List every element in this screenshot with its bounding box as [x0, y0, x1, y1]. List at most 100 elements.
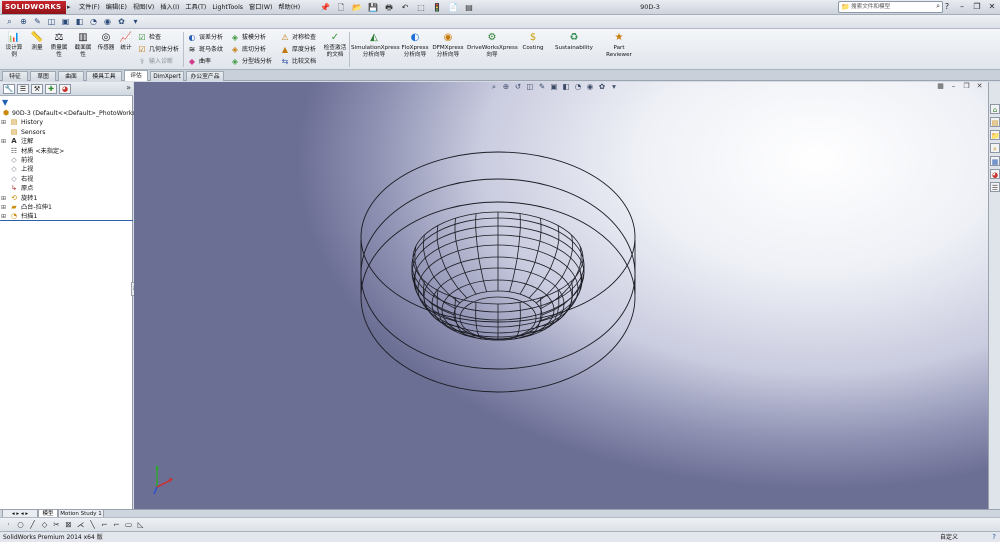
symmetry-check-button[interactable]: ⚠ 对称检查 [280, 32, 316, 43]
status-units[interactable]: 自定义 [940, 532, 958, 542]
hide-show-icon[interactable]: ◔ [88, 16, 99, 27]
circle-icon[interactable]: ○ [16, 520, 25, 530]
custom-properties-icon[interactable]: ☰ [990, 182, 1000, 192]
curvature-button[interactable]: ◆ 曲率 [187, 56, 211, 67]
select-icon[interactable]: ⬚ [414, 2, 428, 13]
menu-file[interactable]: 文件(F) [76, 0, 103, 15]
expand-icon[interactable]: ⊞ [1, 194, 6, 203]
tab-sketch[interactable]: 草图 [30, 71, 56, 81]
menu-tools[interactable]: 工具(T) [182, 0, 209, 15]
draft-analysis-button[interactable]: ◈ 拔模分析 [230, 32, 266, 43]
check-button[interactable]: ☑ 检查 [137, 32, 161, 43]
expand-icon[interactable]: ⊞ [1, 118, 6, 127]
offset-icon[interactable]: ⋌ [76, 520, 85, 530]
tree-item-top-plane[interactable]: ◇ 上视 [0, 165, 133, 174]
restore-icon[interactable]: ❐ [971, 1, 983, 12]
tab-mold-tools[interactable]: 模具工具 [86, 71, 122, 81]
driveworksxpress-button[interactable]: ⚙ DriveWorksXpress 向导 [467, 32, 518, 58]
menu-window[interactable]: 窗口(W) [246, 0, 275, 15]
line-icon[interactable]: ╱ [28, 520, 37, 530]
filter-icon[interactable]: ▼ [2, 98, 12, 107]
print-icon[interactable]: 🖶 [382, 2, 396, 13]
new-document-icon[interactable]: 🗋 [334, 2, 348, 13]
open-document-icon[interactable]: 📂 [350, 2, 364, 13]
dimxpertmanager-tab-icon[interactable]: ✚ [45, 84, 57, 94]
simulationxpress-button[interactable]: ◭ SimulationXpress 分析向导 [351, 32, 400, 58]
search-input[interactable]: 📁 搜索文件和模型 ⌕ [838, 1, 943, 13]
polygon-icon[interactable]: ◇ [40, 520, 49, 530]
section-properties-button[interactable]: ▥ 截面属性 [72, 32, 94, 58]
dfmxpress-button[interactable]: ◉ DFMXpress 分析向导 [432, 32, 464, 58]
expand-panel-icon[interactable]: » [126, 83, 131, 92]
mirror-icon[interactable]: ⊠ [64, 520, 73, 530]
costing-button[interactable]: $ Costing [520, 32, 546, 52]
menu-edit[interactable]: 编辑(E) [103, 0, 130, 15]
expand-icon[interactable]: ⊞ [1, 203, 6, 212]
close-icon[interactable]: ✕ [986, 1, 998, 12]
minimize-icon[interactable]: – [956, 1, 968, 12]
part-reviewer-button[interactable]: ★ Part Reviewer [604, 32, 634, 58]
sketch-icon[interactable]: ✎ [32, 16, 43, 27]
design-library-icon[interactable]: ▤ [990, 117, 1000, 127]
help-icon[interactable]: ? [941, 1, 953, 12]
tab-dimxpert[interactable]: DimXpert [150, 71, 184, 81]
save-icon[interactable]: 💾 [366, 2, 380, 13]
wireframe-model[interactable] [134, 82, 988, 509]
tab-office-products[interactable]: 办公室产品 [186, 71, 224, 81]
tree-item-sensors[interactable]: ▤ Sensors [0, 128, 133, 137]
deviation-analysis-button[interactable]: ◐ 误差分析 [187, 32, 224, 43]
smart-dimension-icon[interactable]: ⌐ [112, 520, 121, 530]
view-palette-icon[interactable]: ▦ [990, 156, 1000, 166]
solidworks-logo[interactable]: SOLIDWORKS [2, 1, 66, 14]
tree-item-annotations[interactable]: ⊞ A 注解 [0, 137, 133, 146]
file-explorer-icon[interactable]: 📁 [990, 130, 1000, 140]
thickness-analysis-button[interactable]: ▲ 厚度分析 [280, 44, 316, 55]
tree-root[interactable]: ⬢ 90D-3 (Default<<Default>_PhotoWorks [0, 109, 136, 118]
pin-icon[interactable]: 📌 [318, 2, 332, 13]
featuremanager-tab-icon[interactable]: 🔧 [3, 84, 15, 94]
zoom-fit-icon[interactable]: ⌕ [4, 16, 15, 27]
tab-evaluate[interactable]: 评估 [124, 70, 148, 81]
tree-item-revolve1[interactable]: ⊞ ⟲ 旋转1 [0, 194, 133, 203]
sketch-fillet-icon[interactable]: ◺ [136, 520, 145, 530]
menu-insert[interactable]: 插入(I) [157, 0, 182, 15]
tree-item-history[interactable]: ⊞ ▤ History [0, 118, 133, 127]
geometry-analysis-button[interactable]: ☑ 几何体分析 [137, 44, 179, 55]
propertymanager-tab-icon[interactable]: ☰ [17, 84, 29, 94]
import-diagnostics-button[interactable]: ⚕ 输入诊断 [137, 56, 173, 67]
scene-icon[interactable]: ✿ [116, 16, 127, 27]
tree-item-origin[interactable]: ↳ 原点 [0, 184, 133, 193]
zebra-stripes-button[interactable]: ≋ 斑马条纹 [187, 44, 223, 55]
floxpress-button[interactable]: ◐ FloXpress 分析向导 [400, 32, 430, 58]
display-style-icon[interactable]: ◧ [74, 16, 85, 27]
trim-icon[interactable]: ✂ [52, 520, 61, 530]
sensor-button[interactable]: ◎ 传感器 [96, 32, 116, 52]
menu-help[interactable]: 帮助(H) [275, 0, 303, 15]
search-icon[interactable]: ⌕ [936, 1, 940, 11]
statistics-button[interactable]: 📈 统计 [118, 32, 134, 52]
design-study-button[interactable]: 📊 设计算例 [4, 32, 24, 58]
measure-button[interactable]: 📏 测量 [28, 32, 46, 52]
file-properties-icon[interactable]: 📄 [446, 2, 460, 13]
mass-properties-button[interactable]: ⚖ 质量属性 [48, 32, 70, 58]
search-scope-icon[interactable]: 📁 [841, 2, 850, 12]
tab-surfaces[interactable]: 曲面 [58, 71, 84, 81]
compare-documents-button[interactable]: ⇆ 比较文档 [280, 56, 316, 67]
status-help-icon[interactable]: ? [992, 532, 996, 542]
displaymanager-tab-icon[interactable]: ◕ [59, 84, 71, 94]
render-icon[interactable]: ▾ [130, 16, 141, 27]
rebuild-icon[interactable]: 🚦 [430, 2, 444, 13]
appearance-icon[interactable]: ◉ [102, 16, 113, 27]
sustainability-button[interactable]: ♻ Sustainability [554, 32, 594, 52]
parting-line-analysis-button[interactable]: ◈ 分型线分析 [230, 56, 272, 67]
configurationmanager-tab-icon[interactable]: ⚒ [31, 84, 43, 94]
menu-lighttools[interactable]: LightTools [209, 0, 246, 15]
tree-item-right-plane[interactable]: ◇ 右视 [0, 175, 133, 184]
tab-features[interactable]: 特征 [2, 71, 28, 81]
menu-view[interactable]: 视图(V) [130, 0, 157, 15]
undercut-analysis-button[interactable]: ◈ 底切分析 [230, 44, 266, 55]
rollback-bar[interactable] [0, 220, 133, 221]
undo-icon[interactable]: ↶ [398, 2, 412, 13]
search-results-icon[interactable]: ⌕ [990, 143, 1000, 153]
view-orientation-icon[interactable]: ▣ [60, 16, 71, 27]
